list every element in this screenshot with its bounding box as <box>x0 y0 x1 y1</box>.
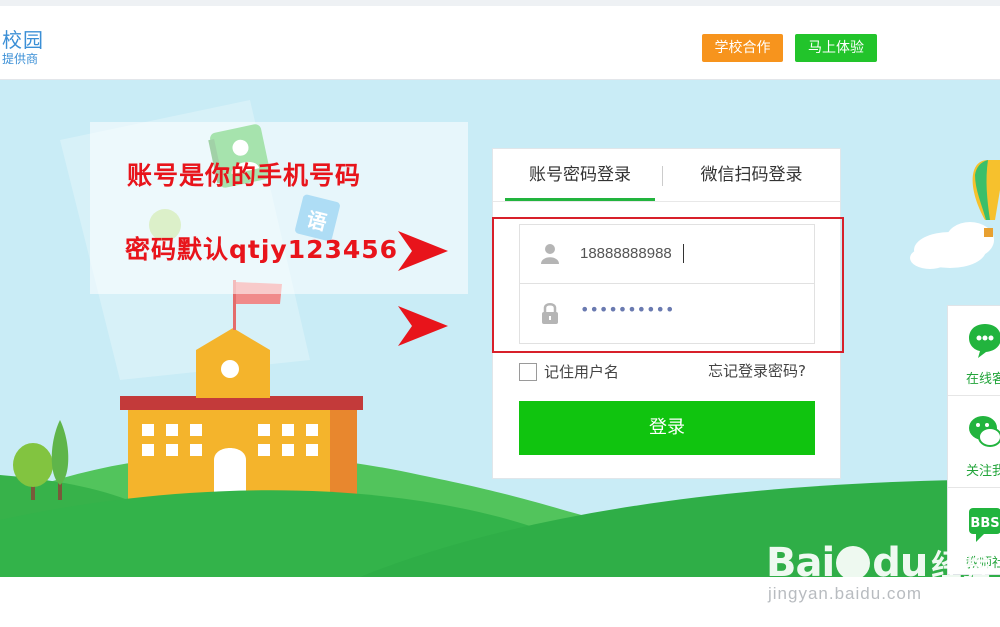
site-logo-title[interactable]: 校园 <box>2 24 44 53</box>
side-item-follow-us[interactable]: 关注我 <box>948 398 1000 488</box>
highlight-box <box>492 217 844 353</box>
watermark-cn: 经验 <box>931 549 990 584</box>
chat-bubble-icon <box>969 324 1000 358</box>
watermark-url: jingyan.baidu.com <box>768 584 923 603</box>
try-now-button[interactable]: 马上体验 <box>795 34 877 62</box>
account-hint-text: 账号是你的手机号码 <box>127 161 362 190</box>
forgot-password-link[interactable]: 忘记登录密码? <box>708 360 806 381</box>
login-button[interactable]: 登录 <box>519 401 815 455</box>
watermark-du: du <box>872 540 928 586</box>
arrow-right-icon <box>398 306 448 346</box>
wechat-icon <box>969 416 1000 447</box>
watermark-brand: Bai <box>766 540 835 586</box>
top-header: 校园 提供商 学校合作 马上体验 <box>0 0 1000 80</box>
remember-label: 记住用户名 <box>544 363 620 381</box>
password-hint-text: 密码默认qtjy123456 <box>125 235 399 264</box>
tab-underline <box>493 201 840 202</box>
side-label-follow: 关注我 <box>966 464 1000 479</box>
remember-checkbox[interactable] <box>519 362 537 381</box>
tab-divider <box>662 166 663 186</box>
site-logo-subtitle: 提供商 <box>2 52 39 66</box>
side-toolbar: 在线客 关注我 BBS 教师社 <box>947 305 1000 575</box>
bbs-icon: BBS <box>969 508 1000 542</box>
school-cooperation-button[interactable]: 学校合作 <box>702 34 783 62</box>
tab-wechat-login[interactable]: 微信扫码登录 <box>669 149 834 201</box>
side-item-online-service[interactable]: 在线客 <box>948 306 1000 396</box>
remember-username[interactable]: 记住用户名 <box>519 361 619 382</box>
svg-text:BBS: BBS <box>970 516 999 531</box>
baidu-watermark: Bai du 经验 <box>766 540 990 586</box>
tab-account-login[interactable]: 账号密码登录 <box>505 149 655 201</box>
arrow-right-icon <box>398 231 448 271</box>
side-label-online: 在线客 <box>966 372 1000 387</box>
paw-icon <box>836 546 871 580</box>
